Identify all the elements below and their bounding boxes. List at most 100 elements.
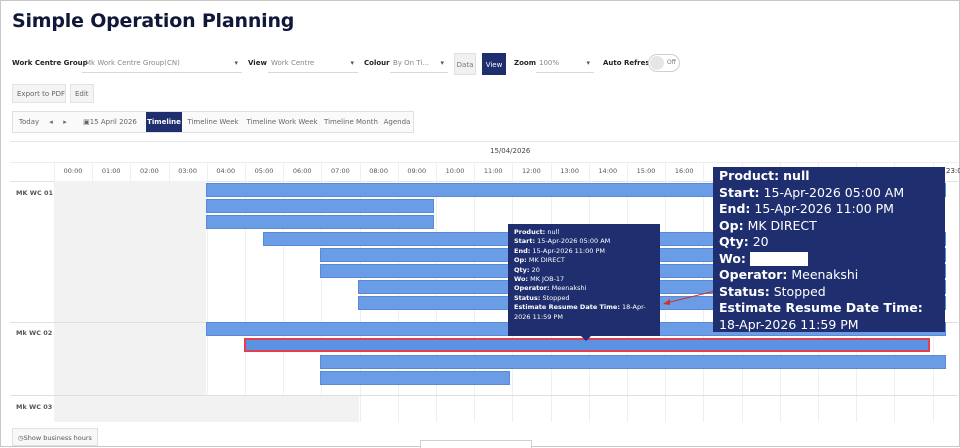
tooltip-product-value: null bbox=[547, 228, 560, 236]
tooltip-end-label: End: bbox=[514, 246, 531, 255]
tooltip-status-value: Stopped bbox=[542, 293, 570, 302]
scheduler-nav: Today ◂ ▸ ▣15 April 2026 Timeline Timeli… bbox=[12, 111, 414, 133]
zoom-operator-value: Meenakshi bbox=[791, 267, 859, 282]
view-select-value: Work Centre bbox=[271, 59, 315, 67]
zoom-label: Zoom bbox=[514, 59, 536, 67]
today-button[interactable]: Today bbox=[15, 112, 43, 132]
tooltip-qty-label: Qty: bbox=[514, 265, 530, 274]
tab-timeline-work-week[interactable]: Timeline Work Week bbox=[244, 112, 320, 132]
zoom-select-value: 100% bbox=[539, 59, 560, 67]
date-header: 15/04/2026 bbox=[10, 142, 958, 163]
tooltip-op-label: Op: bbox=[514, 256, 527, 265]
edit-button[interactable]: Edit bbox=[70, 84, 94, 103]
date-header-label: 15/04/2026 bbox=[490, 147, 531, 155]
hour-label: 08:00 bbox=[369, 167, 388, 175]
hour-label: 15:00 bbox=[636, 167, 656, 175]
tooltip-resume-label: Estimate Resume Date Time: bbox=[514, 303, 620, 312]
non-working-time bbox=[54, 396, 359, 422]
zoom-resume-value: 18-Apr-2026 11:59 PM bbox=[719, 316, 859, 332]
tooltip-operator-label: Operator: bbox=[514, 284, 550, 293]
zoom-qty-label: Qty: bbox=[719, 234, 749, 249]
tooltip-start-label: Start: bbox=[514, 237, 536, 246]
colour-select[interactable]: By On Ti... ▾ bbox=[390, 53, 448, 73]
view-button[interactable]: View bbox=[482, 53, 506, 75]
view-label: View bbox=[248, 59, 267, 67]
hour-label: 04:00 bbox=[216, 167, 236, 175]
hour-label: 10:00 bbox=[445, 167, 465, 175]
zoom-wo-label: Wo: bbox=[719, 250, 746, 266]
hour-label: 02:00 bbox=[140, 167, 159, 175]
hour-label: 12:00 bbox=[522, 167, 541, 175]
view-select[interactable]: Work Centre ▾ bbox=[268, 53, 358, 73]
toolbar: Work Centre Group Mk Work Centre Group(C… bbox=[12, 53, 952, 75]
tooltip-wo-label: Wo: bbox=[514, 275, 529, 284]
hour-label: 06:00 bbox=[292, 167, 312, 175]
data-button[interactable]: Data bbox=[454, 53, 476, 75]
tab-timeline-month[interactable]: Timeline Month bbox=[322, 112, 380, 132]
hour-label: 05:00 bbox=[254, 167, 274, 175]
calendar-icon: ▣ bbox=[83, 118, 90, 126]
zoom-start-value: 15-Apr-2026 05:00 AM bbox=[763, 184, 905, 200]
hour-label: 01:00 bbox=[101, 167, 121, 175]
hour-label: 09:00 bbox=[407, 167, 427, 175]
zoom-end-value: 15-Apr-2026 11:00 PM bbox=[754, 201, 894, 216]
auto-refresh-state: Off bbox=[667, 59, 676, 66]
resource-label-mk-wc-02: Mk WC 02 bbox=[16, 329, 53, 337]
tooltip-wo-value: MK JOB-17 bbox=[530, 275, 565, 284]
tooltip-end-value: 15-Apr-2026 11:00 PM bbox=[532, 246, 605, 255]
next-arrow-icon[interactable]: ▸ bbox=[59, 112, 71, 132]
zoom-product-value: null bbox=[783, 168, 810, 183]
non-working-time bbox=[54, 181, 206, 322]
colour-label: Colour bbox=[364, 59, 390, 67]
hour-label: 13:00 bbox=[560, 167, 579, 175]
work-centre-group-select[interactable]: Mk Work Centre Group(CN) ▾ bbox=[82, 53, 242, 73]
hour-label: 03:00 bbox=[178, 167, 197, 175]
hour-label: 11:00 bbox=[483, 167, 503, 175]
zoom-select[interactable]: 100% ▾ bbox=[536, 53, 594, 73]
hour-label: 16:00 bbox=[674, 167, 694, 175]
zoom-op-label: Op: bbox=[719, 217, 744, 233]
zoom-start-label: Start: bbox=[719, 184, 760, 200]
prev-arrow-icon[interactable]: ◂ bbox=[45, 112, 57, 132]
tab-timeline[interactable]: Timeline bbox=[146, 112, 182, 132]
auto-refresh-label: Auto Refresh bbox=[603, 59, 655, 67]
hour-label-partial: 23:00 bbox=[946, 167, 960, 175]
date-picker[interactable]: ▣15 April 2026 bbox=[81, 112, 139, 132]
auto-refresh-toggle[interactable]: Off bbox=[648, 54, 680, 72]
zoom-op-value: MK DIRECT bbox=[747, 217, 817, 233]
operation-bar[interactable] bbox=[320, 371, 510, 385]
export-pdf-button[interactable]: Export to PDF bbox=[12, 84, 66, 103]
tab-agenda[interactable]: Agenda bbox=[382, 112, 412, 132]
zoom-resume-label: Estimate Resume Date Time: bbox=[719, 300, 923, 315]
work-centre-group-value: Mk Work Centre Group(CN) bbox=[85, 59, 180, 67]
tooltip-product-label: Product: bbox=[514, 228, 546, 236]
show-business-hours-label: Show business hours bbox=[23, 434, 92, 442]
tooltip-op-value: MK DIRECT bbox=[528, 256, 565, 265]
operation-bar[interactable] bbox=[206, 215, 434, 229]
zoom-product-label: Product: bbox=[719, 168, 780, 183]
chevron-down-icon: ▾ bbox=[350, 59, 354, 67]
tooltip-qty-value: 20 bbox=[531, 265, 540, 274]
operation-bar[interactable] bbox=[206, 199, 434, 213]
zoom-qty-value: 20 bbox=[752, 234, 769, 249]
tooltip-status-label: Status: bbox=[514, 293, 541, 302]
zoom-status-value: Stopped bbox=[773, 283, 826, 299]
zoom-status-label: Status: bbox=[719, 283, 770, 299]
redacted-wo-box bbox=[749, 252, 808, 266]
operation-tooltip: Product: null Start: 15-Apr-2026 05:00 A… bbox=[508, 224, 660, 341]
toggle-knob bbox=[650, 56, 664, 70]
colour-select-value: By On Ti... bbox=[393, 59, 430, 67]
tooltip-operator-value: Meenakshi bbox=[551, 284, 587, 293]
hour-label: 07:00 bbox=[331, 167, 350, 175]
zoomed-operation-tooltip: Product: null Start: 15-Apr-2026 05:00 A… bbox=[713, 167, 945, 332]
tooltip-start-value: 15-Apr-2026 05:00 AM bbox=[537, 237, 611, 246]
operation-bar[interactable] bbox=[320, 355, 946, 369]
resource-divider bbox=[10, 395, 958, 396]
non-working-time bbox=[54, 323, 206, 395]
chevron-down-icon: ▾ bbox=[440, 59, 444, 67]
show-business-hours-button[interactable]: ◷Show business hours bbox=[12, 428, 98, 446]
resource-label-mk-wc-01: MK WC 01 bbox=[16, 189, 54, 197]
current-date: 15 April 2026 bbox=[89, 118, 137, 126]
tab-timeline-week[interactable]: Timeline Week bbox=[184, 112, 242, 132]
resource-label-mk-wc-03: Mk WC 03 bbox=[16, 403, 53, 411]
